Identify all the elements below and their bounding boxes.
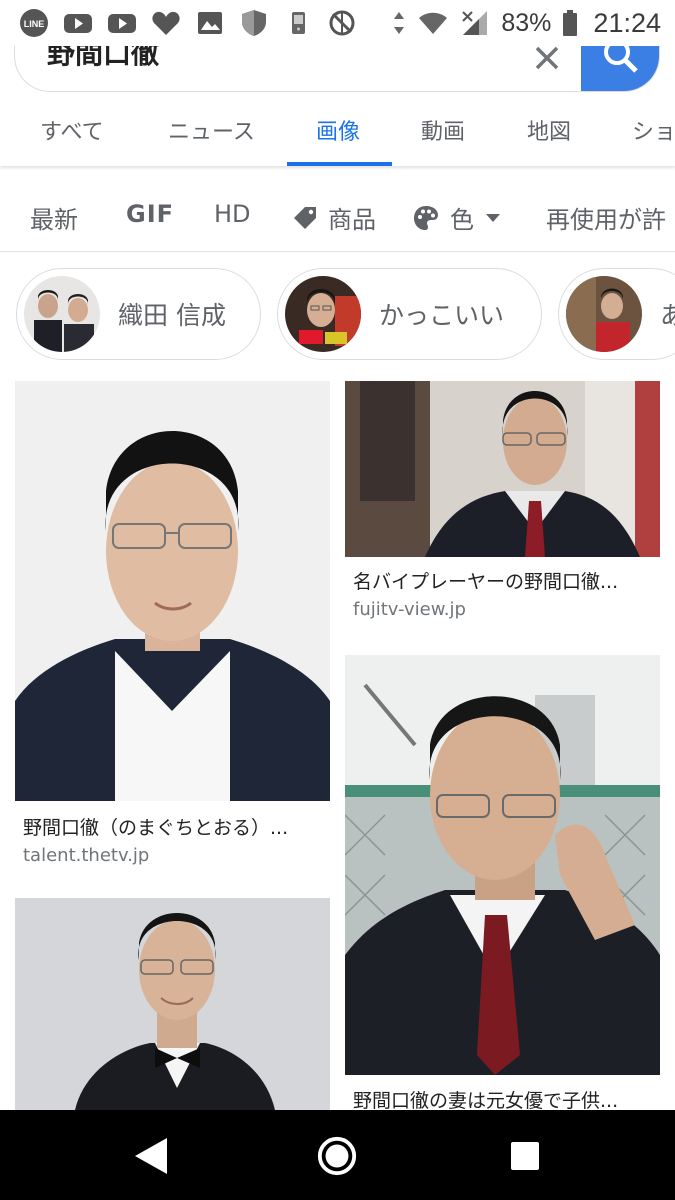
recents-icon (511, 1142, 539, 1170)
battery-icon (561, 8, 579, 38)
tab-all[interactable]: すべて (40, 114, 104, 146)
tab-maps[interactable]: 地図 (527, 114, 571, 146)
home-icon (317, 1136, 357, 1176)
related-chip-kakkoii[interactable]: かっこいい (277, 268, 542, 360)
image-result[interactable]: 名バイプレーヤーの野間口徹... fujitv-view.jp (345, 381, 660, 631)
result-title[interactable]: 野間口徹（のまぐちとおる）... (23, 813, 288, 840)
tab-news[interactable]: ニュース (168, 114, 255, 146)
tab-images[interactable]: 画像 (316, 114, 360, 146)
chip-label: 織田 信成 (118, 301, 226, 330)
filter-color-label: 色 (450, 206, 474, 234)
android-nav-bar (0, 1110, 675, 1200)
chip-thumbnail (285, 276, 361, 352)
related-chip-oda-nobunari[interactable]: 織田 信成 (16, 268, 261, 360)
result-image[interactable] (345, 381, 660, 557)
result-title[interactable]: 名バイプレーヤーの野間口徹... (353, 567, 618, 594)
robot-icon (282, 8, 314, 38)
filter-gif[interactable]: GIF (126, 200, 174, 228)
filter-reuse[interactable]: 再使用が許 (546, 200, 666, 235)
result-source: fujitv-view.jp (353, 599, 466, 620)
youtube-icon (62, 8, 94, 38)
signal-icon (459, 8, 491, 38)
no-sync-icon (326, 8, 358, 38)
status-bar: LINE 83% 21:24 (0, 0, 675, 46)
result-source: talent.thetv.jp (23, 845, 150, 866)
chip-thumbnail (566, 276, 642, 352)
filter-bar: 最新 GIF HD 商品 色 再使用が許 (0, 180, 675, 252)
filter-products-label: 商品 (328, 206, 376, 234)
heart-icon (150, 8, 182, 38)
result-image[interactable] (15, 381, 330, 801)
palette-icon (414, 205, 438, 230)
wifi-icon (417, 8, 449, 38)
related-chip-third[interactable]: あ (558, 268, 675, 360)
chip-thumbnail (24, 276, 100, 352)
youtube-icon (106, 8, 138, 38)
image-icon (194, 8, 226, 38)
close-icon (535, 46, 559, 70)
image-result[interactable]: 野間口徹の妻は元女優で子供... (345, 655, 660, 1113)
battery-percent: 83% (501, 8, 552, 37)
result-image[interactable] (15, 898, 330, 1110)
back-icon (135, 1138, 167, 1174)
chevron-down-icon (486, 213, 500, 222)
image-result[interactable]: 野間口徹（のまぐちとおる）... talent.thetv.jp (15, 381, 330, 871)
tag-icon (294, 206, 316, 229)
search-tabs: すべて ニュース 画像 動画 地図 ショ (0, 100, 675, 166)
filter-hd[interactable]: HD (214, 200, 251, 228)
result-image[interactable] (345, 655, 660, 1075)
chip-label: かっこいい (379, 301, 505, 330)
tab-videos[interactable]: 動画 (421, 114, 465, 146)
filter-color[interactable]: 色 (412, 200, 502, 235)
tab-shopping[interactable]: ショ (632, 114, 675, 146)
line-icon: LINE (18, 8, 50, 38)
chip-label: あ (660, 296, 675, 332)
svg-text:LINE: LINE (24, 19, 45, 29)
filter-products[interactable]: 商品 (292, 200, 376, 235)
data-arrows-icon (391, 8, 407, 38)
active-tab-indicator (287, 162, 392, 166)
clock: 21:24 (593, 7, 661, 38)
back-button[interactable] (130, 1135, 172, 1177)
home-button[interactable] (316, 1135, 358, 1177)
shield-icon (238, 8, 270, 38)
recents-button[interactable] (504, 1135, 546, 1177)
image-result[interactable] (15, 898, 330, 1110)
result-title[interactable]: 野間口徹の妻は元女優で子供... (353, 1086, 618, 1113)
filter-latest[interactable]: 最新 (30, 200, 78, 235)
